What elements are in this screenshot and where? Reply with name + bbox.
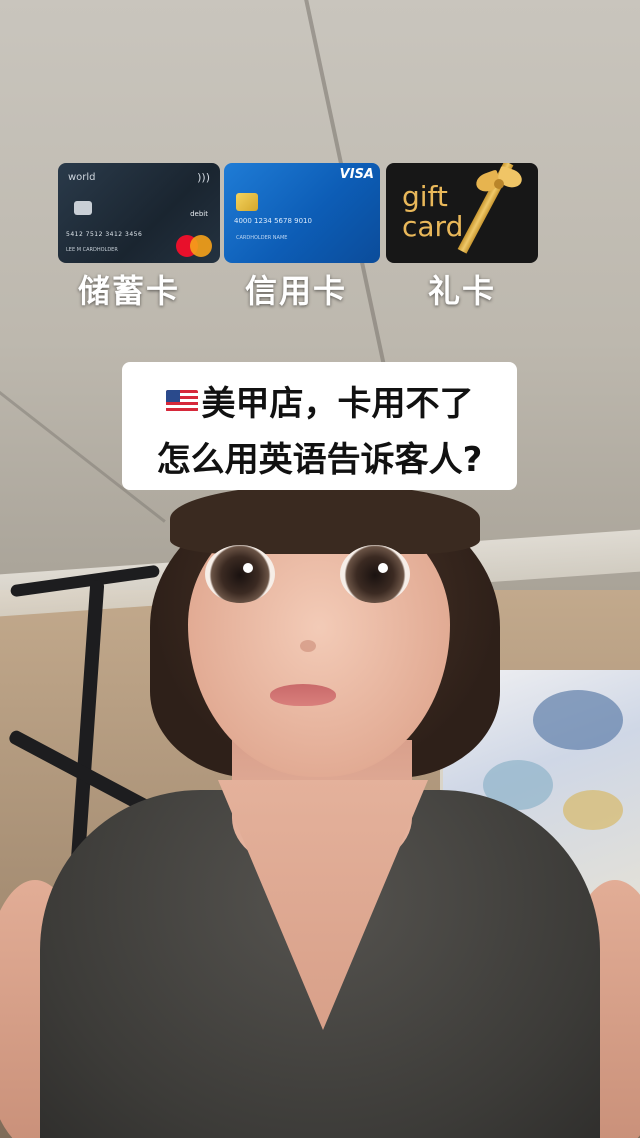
card-number: 5412 7512 3412 3456 xyxy=(66,231,143,238)
gift-card-label: 礼卡 xyxy=(428,272,497,310)
contactless-icon: ))) xyxy=(197,171,210,184)
us-flag-icon xyxy=(165,390,198,412)
card-holder: LEE M CARDHOLDER xyxy=(66,247,118,253)
question-line-1: 美甲店，卡用不了 xyxy=(122,376,517,425)
question-caption-box: 美甲店，卡用不了 怎么用英语告诉客人? xyxy=(122,362,517,490)
question-line-2: 怎么用英语告诉客人? xyxy=(156,440,483,480)
mastercard-logo-icon xyxy=(176,235,212,257)
card-holder: CARDHOLDER NAME xyxy=(236,235,288,241)
eye xyxy=(205,545,275,603)
visa-logo: VISA xyxy=(339,167,374,182)
card-brand-text: world xyxy=(68,172,96,183)
bow-icon xyxy=(473,165,525,207)
card-chip-icon xyxy=(74,201,92,215)
mouth xyxy=(270,684,336,706)
question-line-1-text: 美甲店，卡用不了 xyxy=(201,384,474,424)
card-kind-text: debit xyxy=(190,210,208,218)
card-chip-icon xyxy=(236,193,258,211)
gift-card-word: card xyxy=(402,210,464,243)
eye xyxy=(340,545,410,603)
gift-card-image: gift card xyxy=(386,163,538,263)
gift-card-word: gift xyxy=(402,180,448,213)
debit-card-label: 储蓄卡 xyxy=(78,272,181,310)
bangs xyxy=(170,484,480,554)
credit-card-image: VISA 4000 1234 5678 9010 CARDHOLDER NAME xyxy=(224,163,380,263)
credit-card-label: 信用卡 xyxy=(245,272,348,310)
card-number: 4000 1234 5678 9010 xyxy=(234,217,312,225)
nose xyxy=(300,640,316,652)
debit-card-image: world ))) debit 5412 7512 3412 3456 LEE … xyxy=(58,163,220,263)
